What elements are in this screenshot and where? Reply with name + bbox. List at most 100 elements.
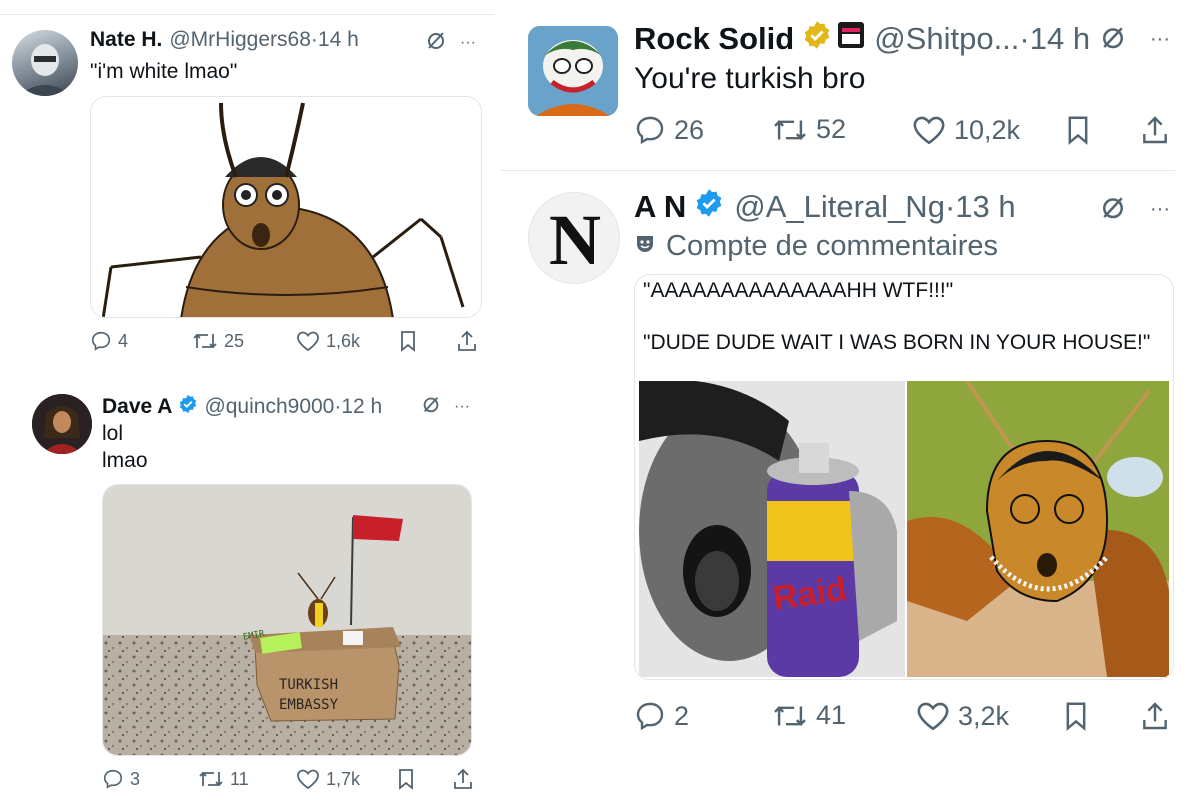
like-count: 1,6k <box>326 330 361 351</box>
separator: · <box>334 395 342 418</box>
separator: · <box>310 28 318 51</box>
share-icon <box>1143 116 1167 144</box>
reply-icon <box>636 702 664 731</box>
share-icon <box>454 768 472 789</box>
tweet-header: Nate H. @MrHiggers68 · 14 h <box>90 28 359 52</box>
bookmark-icon <box>399 769 413 790</box>
tweet-nate[interactable]: Nate H. @MrHiggers68 · 14 h ··· "i'm whi… <box>0 0 494 370</box>
reply-count: 26 <box>674 114 705 145</box>
separator: · <box>1019 21 1030 56</box>
reply-count: 3 <box>130 768 141 789</box>
like-icon <box>297 331 319 352</box>
timestamp[interactable]: 13 h <box>955 189 1015 225</box>
bookmark-icon <box>1066 702 1086 731</box>
repost-button[interactable]: 41 <box>772 700 846 731</box>
like-button[interactable]: 10,2k <box>912 114 1020 146</box>
share-icon <box>1143 702 1167 730</box>
repost-icon <box>774 119 806 140</box>
more-icon[interactable]: ··· <box>460 34 476 52</box>
bookmark-icon <box>401 331 415 352</box>
repost-button[interactable]: 52 <box>772 114 846 145</box>
display-name[interactable]: Dave A <box>102 395 172 419</box>
tweet-text-line-2: lmao <box>102 449 148 472</box>
reply-button[interactable]: 26 <box>634 114 704 146</box>
repost-count: 41 <box>816 700 847 730</box>
repost-count: 25 <box>224 330 245 351</box>
like-button[interactable]: 1,6k <box>296 330 360 352</box>
repost-button[interactable]: 11 <box>198 768 249 790</box>
repost-count: 52 <box>816 114 847 144</box>
share-button[interactable] <box>452 767 474 791</box>
avatar[interactable] <box>12 30 78 96</box>
cartoon-roach-image <box>907 381 1169 677</box>
repost-icon <box>199 771 223 787</box>
handle[interactable]: @Shitpo... <box>874 21 1019 57</box>
affiliate-badge-icon <box>836 20 866 58</box>
share-button[interactable] <box>456 329 478 353</box>
reply-icon <box>103 769 123 789</box>
grok-icon[interactable] <box>420 393 442 420</box>
reply-button[interactable]: 4 <box>90 330 128 352</box>
reply-icon <box>91 331 111 351</box>
bookmark-button[interactable] <box>396 768 416 790</box>
more-icon[interactable]: ··· <box>454 398 470 416</box>
display-name[interactable]: Rock Solid <box>634 21 794 57</box>
separator: · <box>944 189 956 224</box>
avatar[interactable] <box>32 394 92 454</box>
timestamp[interactable]: 14 h <box>318 28 359 52</box>
reply-count: 4 <box>118 330 129 351</box>
handle[interactable]: @A_Literal_Ng <box>734 189 945 225</box>
avatar-letter: N <box>549 200 601 280</box>
reply-icon <box>636 116 664 145</box>
verified-icon <box>802 20 832 58</box>
grok-icon[interactable] <box>1098 192 1128 227</box>
tweet-header: Rock Solid @Shitpo... · 14 h <box>634 20 1090 58</box>
reply-button[interactable]: 2 <box>634 700 689 732</box>
verified-icon <box>178 394 198 420</box>
like-icon <box>297 769 319 790</box>
like-count: 10,2k <box>954 114 1021 145</box>
tweet-an[interactable]: N A N @A_Literal_Ng · 13 h ··· Compte de… <box>500 172 1200 801</box>
divider <box>500 170 1175 171</box>
box-label-line-2: EMBASSY <box>279 697 339 713</box>
grok-icon[interactable] <box>424 28 448 57</box>
box-label-line-1: TURKISH <box>279 677 339 693</box>
like-button[interactable]: 3,2k <box>916 700 1009 732</box>
repost-icon <box>774 705 806 726</box>
tweet-header: A N @A_Literal_Ng · 13 h <box>634 188 1016 226</box>
tweet-text-line-1: lol <box>102 422 124 445</box>
theater-mask-icon <box>634 230 656 263</box>
like-count: 3,2k <box>958 700 1010 731</box>
like-button[interactable]: 1,7k <box>296 768 360 790</box>
repost-button[interactable]: 25 <box>192 330 244 352</box>
bookmark-button[interactable] <box>398 330 418 352</box>
reply-button[interactable]: 3 <box>102 768 140 790</box>
bookmark-button[interactable] <box>1062 701 1090 731</box>
tweet-rock-solid[interactable]: Rock Solid @Shitpo... · 14 h ··· You're … <box>500 0 1200 170</box>
display-name[interactable]: A N <box>634 189 686 225</box>
avatar[interactable]: N <box>528 192 620 284</box>
community-label[interactable]: Compte de commentaires <box>634 230 998 263</box>
more-icon[interactable]: ··· <box>1150 28 1170 51</box>
reply-count: 2 <box>674 700 690 731</box>
more-icon[interactable]: ··· <box>1150 198 1170 221</box>
timestamp[interactable]: 14 h <box>1030 21 1090 57</box>
tweet-header: Dave A @quinch9000 · 12 h <box>102 394 382 420</box>
avatar[interactable] <box>528 26 618 116</box>
like-icon <box>917 702 949 731</box>
timestamp[interactable]: 12 h <box>341 395 382 419</box>
handle[interactable]: @quinch9000 <box>204 395 334 419</box>
grok-icon[interactable] <box>1098 22 1128 57</box>
quoted-media[interactable]: "AAAAAAAAAAAAAAHH WTF!!!" "DUDE DUDE WAI… <box>634 274 1174 680</box>
share-button[interactable] <box>1140 700 1170 732</box>
handle[interactable]: @MrHiggers68 <box>169 28 311 52</box>
display-name[interactable]: Nate H. <box>90 28 162 52</box>
repost-icon <box>193 333 217 349</box>
tweet-media[interactable]: EMIR TURKISH EMBASSY <box>102 484 472 756</box>
community-label-text: Compte de commentaires <box>666 230 999 262</box>
share-button[interactable] <box>1140 114 1170 146</box>
bookmark-button[interactable] <box>1064 115 1092 145</box>
caption-line-1: "AAAAAAAAAAAAAAHH WTF!!!" <box>643 279 954 302</box>
tweet-dave[interactable]: Dave A @quinch9000 · 12 h ··· lol lmao E… <box>0 380 494 801</box>
tweet-media[interactable] <box>90 96 482 318</box>
